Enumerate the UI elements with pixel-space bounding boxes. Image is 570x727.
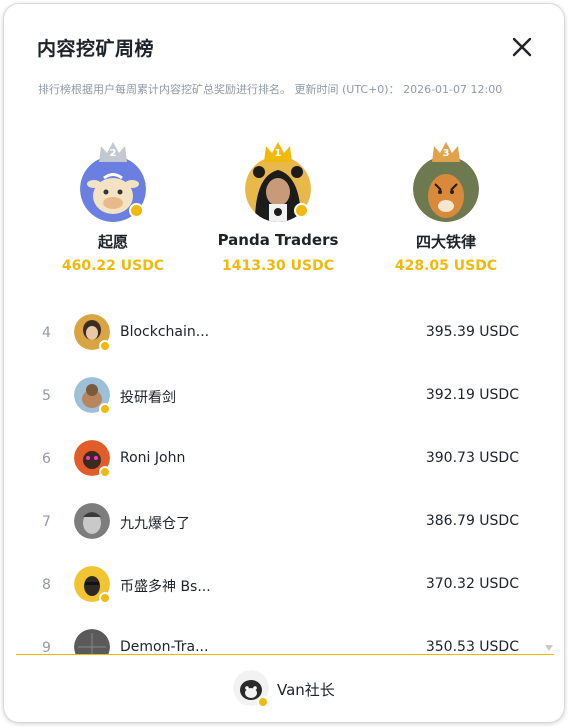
list-rank: 4	[42, 325, 51, 341]
list-amount: 370.32 USDC	[425, 576, 519, 592]
scroll-down-icon[interactable]	[544, 644, 554, 652]
podium-name: Panda Traders	[217, 231, 339, 249]
user-avatar-icon	[74, 503, 110, 539]
user-avatar-icon	[74, 629, 110, 654]
avatar-wrap: 2	[80, 142, 146, 222]
verified-badge-icon	[257, 696, 269, 708]
list-item[interactable]: 8 币盛多神 Bs... 370.32 USDC	[4, 556, 564, 619]
silver-crown-icon	[99, 142, 127, 162]
podium-rank-1[interactable]: 1 Panda Traders 1413.30 USDC	[198, 142, 358, 274]
list-rank: 8	[42, 577, 51, 593]
gold-crown-icon	[264, 142, 292, 162]
list-amount: 392.19 USDC	[425, 387, 519, 403]
verified-badge-icon	[294, 203, 309, 218]
podium-name: 起愿	[97, 233, 128, 251]
podium-rank-3[interactable]: 3 四大铁律 428.05 USDC	[366, 142, 526, 274]
leaderboard-modal: 内容挖矿周榜 排行榜根据用户每周累计内容挖矿总奖励进行排名。 更新时间 (UTC…	[3, 3, 565, 723]
verified-badge-icon	[99, 592, 111, 604]
list-item[interactable]: 4 Blockchain... 395.39 USDC	[4, 304, 564, 367]
list-rank: 6	[42, 451, 51, 467]
list-name: Blockchain...	[120, 324, 210, 340]
list-item[interactable]: 9 Demon-Tra... 350.53 USDC	[4, 619, 564, 654]
list-amount: 350.53 USDC	[425, 639, 519, 654]
podium-amount: 1413.30 USDC	[222, 258, 334, 274]
list-name: 投研看剑	[120, 390, 176, 406]
list-item[interactable]: 7 九九爆仓了 386.79 USDC	[4, 493, 564, 556]
list-name: 币盛多神 Bs...	[120, 579, 211, 595]
current-user-row[interactable]: Van社长	[4, 655, 564, 722]
list-name: Roni John	[120, 450, 186, 466]
list-item[interactable]: 5 投研看剑 392.19 USDC	[4, 367, 564, 430]
list-name: 九九爆仓了	[120, 516, 190, 532]
list-rank: 9	[42, 640, 51, 654]
list-amount: 390.73 USDC	[425, 450, 519, 466]
list-rank: 7	[42, 514, 51, 530]
podium-amount: 460.22 USDC	[61, 258, 165, 274]
close-icon[interactable]	[509, 34, 535, 60]
podium-rank-2[interactable]: 2 起愿 460.22 USDC	[33, 142, 193, 274]
bronze-crown-icon	[432, 142, 460, 162]
ranking-description: 排行榜根据用户每周累计内容挖矿总奖励进行排名。 更新时间 (UTC+0)： 20…	[38, 83, 503, 96]
list-item[interactable]: 6 Roni John 390.73 USDC	[4, 430, 564, 493]
verified-badge-icon	[99, 403, 111, 415]
avatar-wrap: 3	[413, 142, 479, 222]
list-amount: 395.39 USDC	[425, 324, 519, 340]
leaderboard-list[interactable]: 4 Blockchain... 395.39 USDC 5 投研看剑 392.1…	[4, 304, 564, 654]
list-name: Demon-Tra...	[120, 639, 209, 654]
verified-badge-icon	[129, 203, 144, 218]
verified-badge-icon	[99, 340, 111, 352]
modal-title: 内容挖矿周榜	[37, 38, 155, 60]
list-amount: 386.79 USDC	[425, 513, 519, 529]
verified-badge-icon	[99, 466, 111, 478]
avatar-wrap: 1	[245, 142, 311, 222]
current-user-name: Van社长	[277, 681, 335, 699]
podium-name: 四大铁律	[415, 233, 476, 251]
podium-amount: 428.05 USDC	[394, 258, 498, 274]
list-rank: 5	[42, 388, 51, 404]
